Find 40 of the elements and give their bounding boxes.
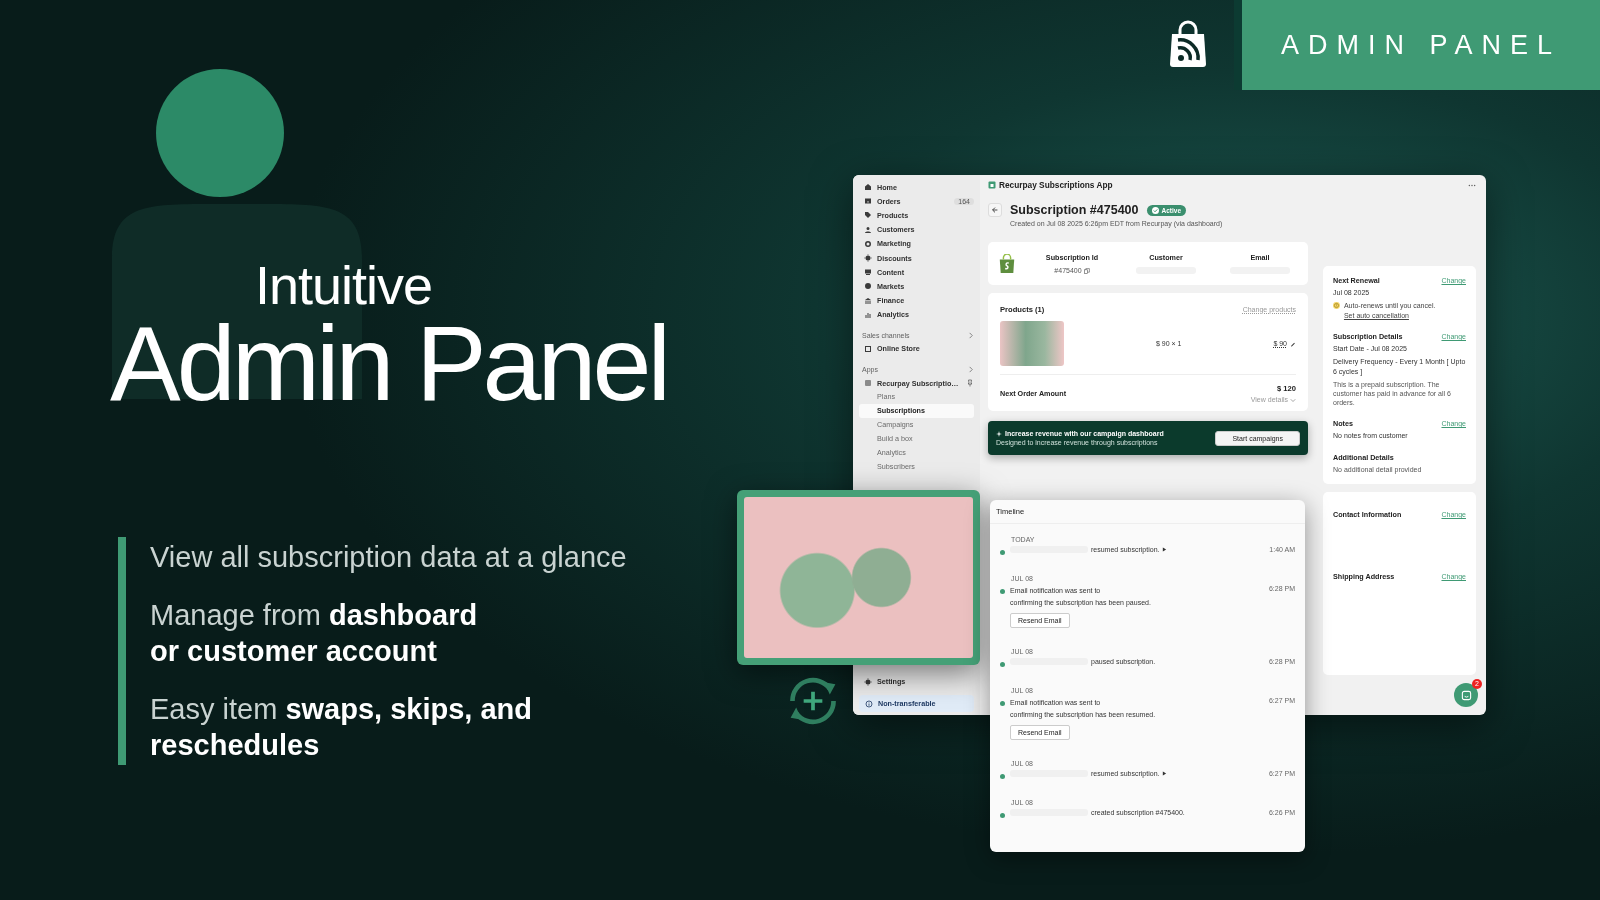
timeline-dot: [1000, 550, 1005, 555]
arrow-left-icon: [991, 206, 999, 214]
person-icon: [864, 225, 872, 234]
bar-chart-icon: [864, 310, 872, 319]
feature-text: Manage from dashboard or customer account: [150, 598, 479, 670]
warning-icon: [1333, 300, 1340, 310]
back-button[interactable]: [988, 203, 1002, 217]
feature-text: Easy item swaps, skips, and reschedules: [150, 692, 533, 764]
chat-icon: [1460, 689, 1472, 701]
app-title: Recurpay Subscriptions App: [999, 180, 1113, 190]
chevron-right-icon[interactable]: [967, 366, 974, 374]
chevron-right-icon[interactable]: [967, 331, 974, 339]
tag-icon: [864, 211, 872, 220]
sparkle-icon: [996, 430, 1002, 437]
pencil-icon[interactable]: [1290, 340, 1296, 347]
pin-icon[interactable]: [966, 379, 974, 388]
bank-icon: [864, 296, 872, 305]
feature-text: View all subscription data at a glance: [150, 540, 628, 576]
timeline-dot: [1000, 661, 1005, 667]
title-banner: ADMIN PANEL: [1234, 0, 1600, 90]
app-logo-icon: [988, 181, 996, 189]
shopping-bag-icon: [998, 253, 1016, 274]
app-icon: [864, 379, 872, 388]
photo-placeholder: [1000, 321, 1064, 366]
timeline-dot: [1000, 700, 1005, 706]
caret-icon[interactable]: [1162, 547, 1168, 552]
target-icon: [864, 239, 872, 248]
info-icon: [865, 699, 873, 708]
caret-icon[interactable]: [1162, 770, 1168, 776]
shopping-bag-icon: [1168, 20, 1208, 68]
image-icon: [864, 268, 872, 277]
page-title: Subscription #475400: [1010, 203, 1139, 217]
timeline-dot: [1000, 773, 1005, 779]
tray-icon: [864, 197, 872, 206]
timeline-dot: [1000, 812, 1005, 818]
house-icon: [864, 183, 872, 192]
copy-icon[interactable]: [1083, 267, 1090, 274]
timeline-dot: [1000, 589, 1005, 594]
more-icon[interactable]: [1468, 183, 1476, 187]
store-icon: [864, 344, 872, 353]
